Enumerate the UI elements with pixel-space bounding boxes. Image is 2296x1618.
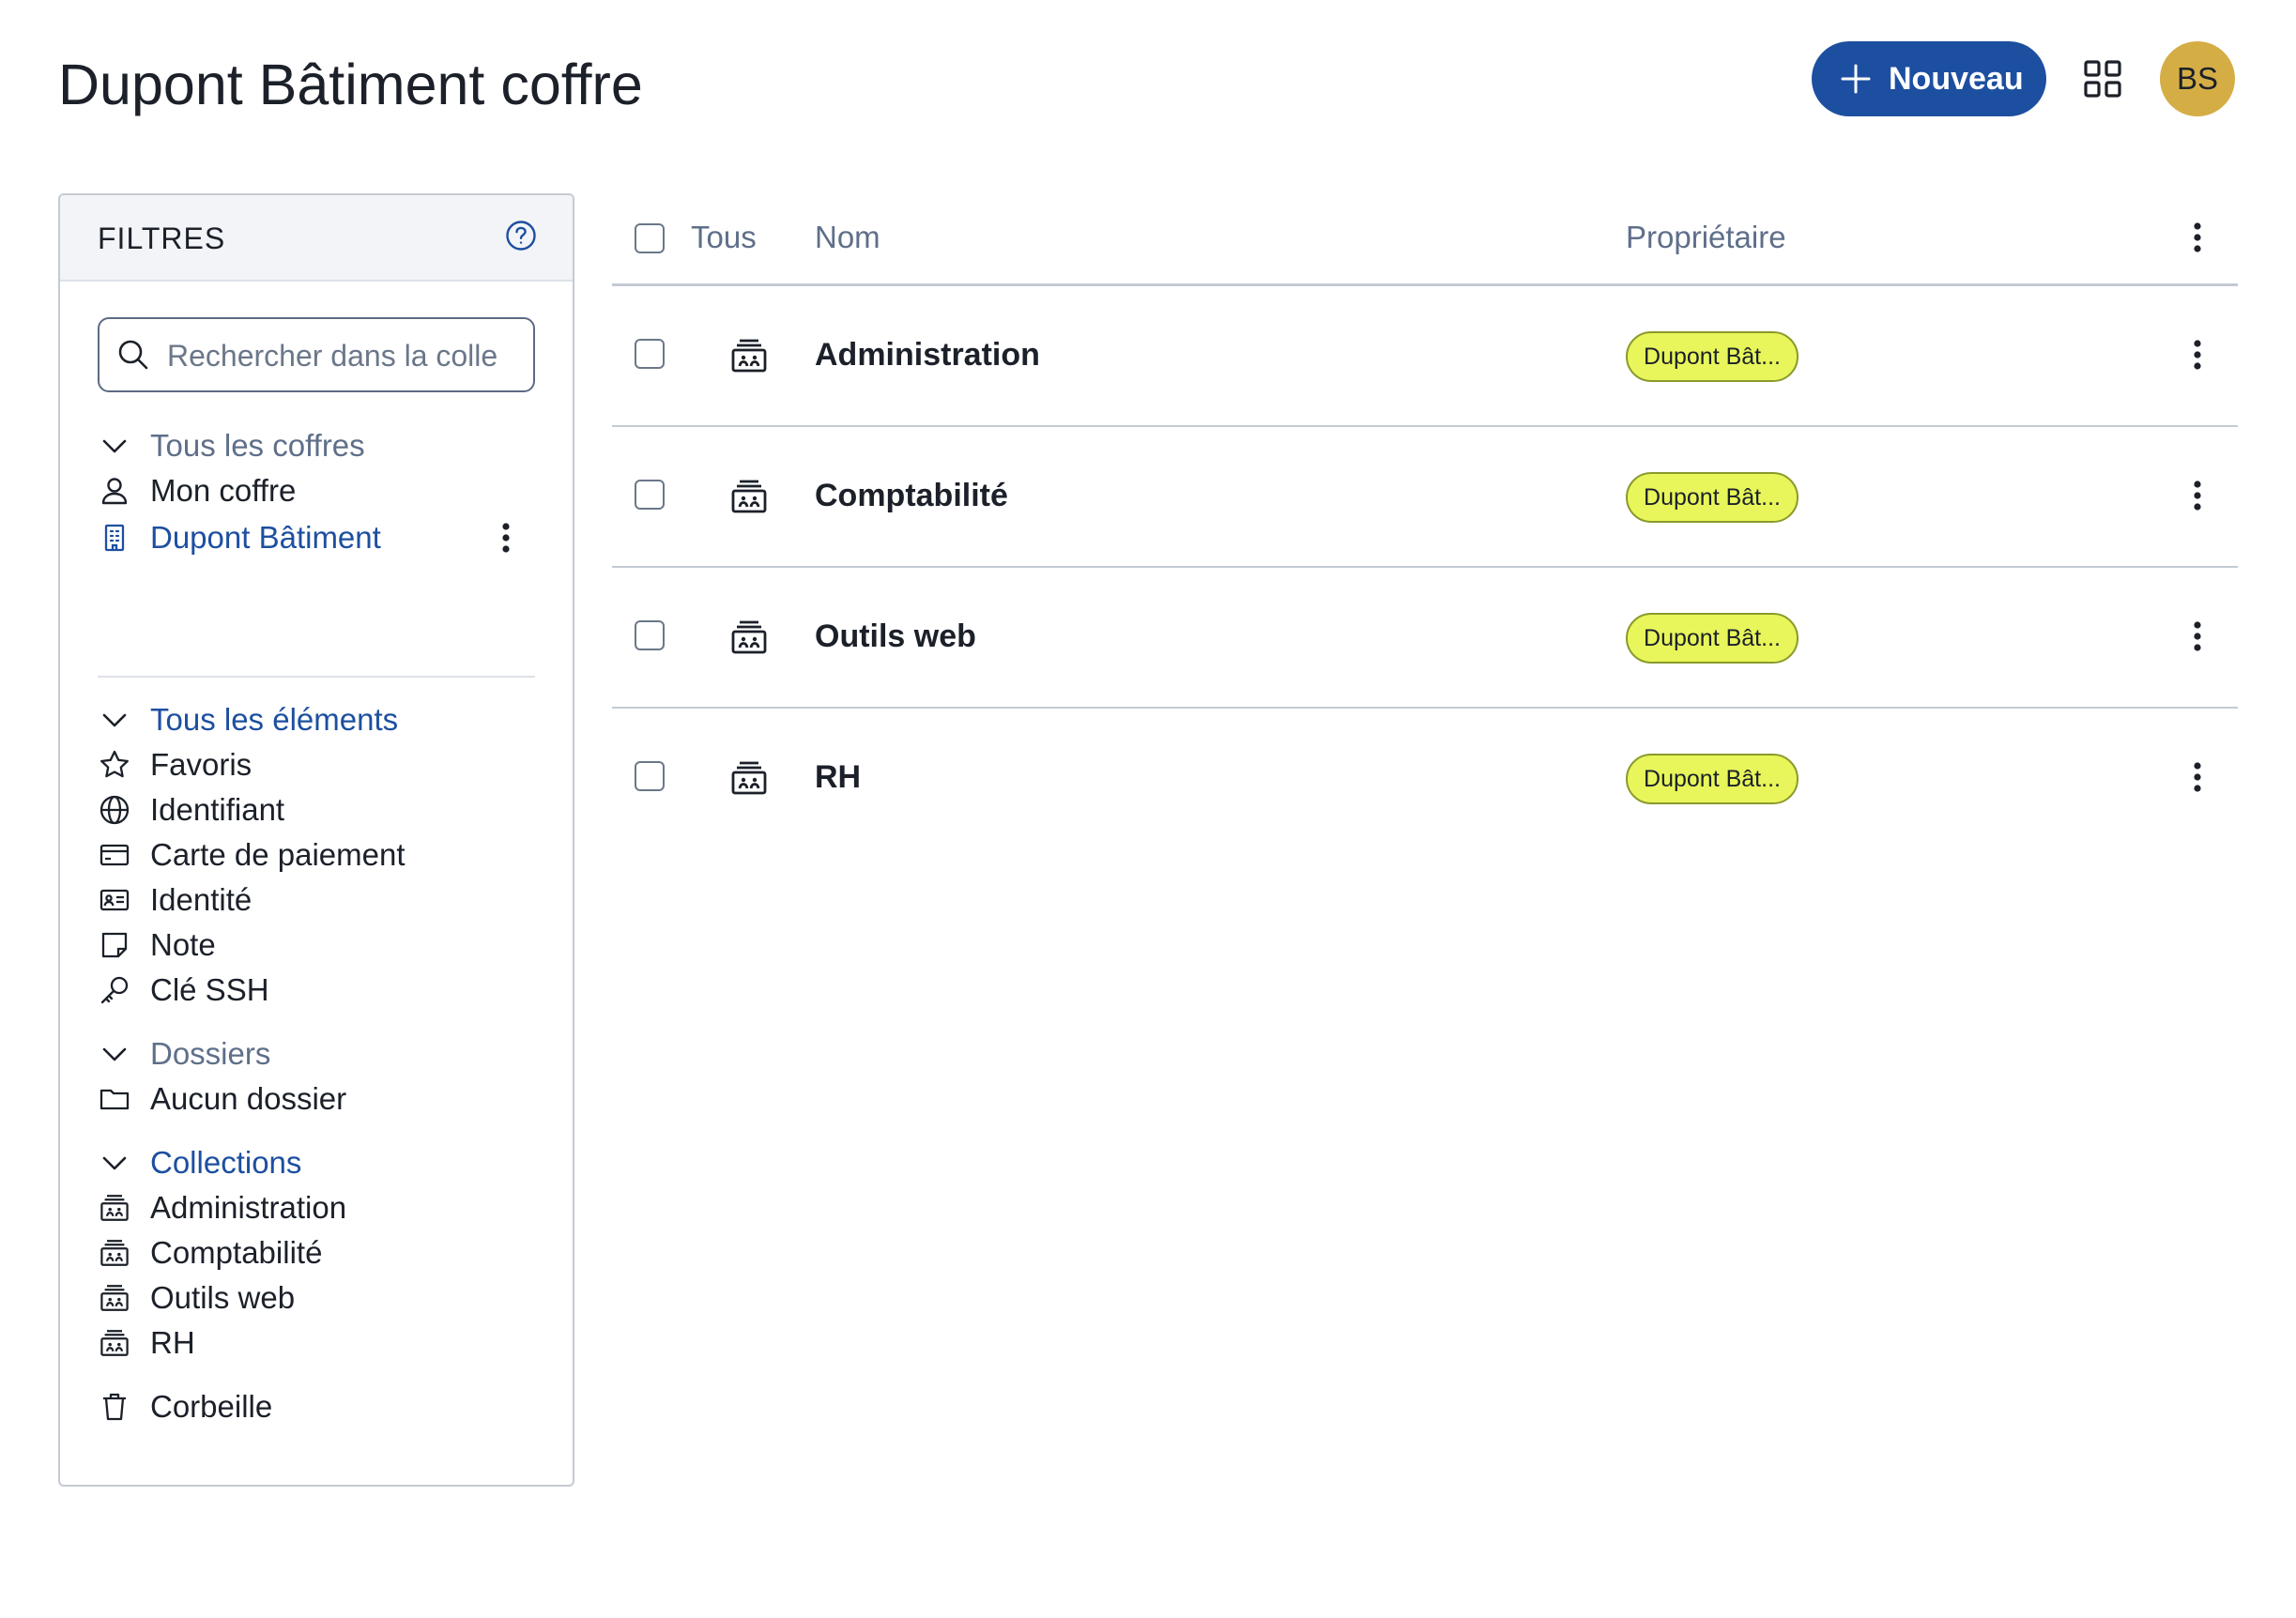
owner-badge: Dupont Bât... [1626,472,1799,523]
globe-icon [98,793,131,827]
filter-item-org-vault-label: Dupont Bâtiment [150,520,381,555]
avatar[interactable]: BS [2160,41,2235,116]
row-options-icon[interactable] [2183,756,2212,799]
group-collections-label: Collections [150,1145,302,1180]
owner-badge: Dupont Bât... [1626,754,1799,804]
building-icon [98,521,131,555]
owner-badge: Dupont Bât... [1626,613,1799,664]
row-checkbox[interactable] [635,620,665,650]
plus-icon [1840,63,1872,95]
chevron-down-icon [98,1037,131,1071]
column-select-all-label[interactable]: Tous [691,216,757,259]
page-title: Dupont Bâtiment coffre [58,53,643,116]
row-name[interactable]: Comptabilité [815,474,1008,517]
chevron-down-icon [98,1146,131,1180]
id-card-icon [98,883,131,917]
filter-item-collection-label: Administration [150,1190,347,1225]
key-icon [98,973,131,1007]
filter-title: FILTRES [98,221,226,255]
filter-item-login[interactable]: Identifiant [98,788,535,832]
row-options-icon[interactable] [2183,474,2212,517]
filter-item-collection[interactable]: Administration [98,1186,535,1229]
table-row: Comptabilité Dupont Bât... [612,425,2238,568]
filter-item-login-label: Identifiant [150,792,285,827]
filter-item-my-vault-label: Mon coffre [150,473,297,508]
filter-item-identity[interactable]: Identité [98,878,535,922]
collection-icon [98,1326,131,1360]
filter-item-no-folder-label: Aucun dossier [150,1081,347,1116]
collection-icon [98,1281,131,1315]
user-icon [98,474,131,508]
search-icon [116,338,150,372]
table-header: Tous Nom Propriétaire [612,193,2238,286]
row-checkbox[interactable] [635,480,665,510]
group-all-vaults-label: Tous les coffres [150,428,365,463]
row-options-icon[interactable] [2183,615,2212,658]
collection-icon [730,618,768,656]
bulk-options-icon[interactable] [2183,216,2212,259]
filter-item-org-vault[interactable]: Dupont Bâtiment [98,516,535,559]
new-button-label: Nouveau [1889,60,2024,97]
filter-item-collection[interactable]: RH [98,1321,535,1365]
filter-divider [98,676,535,678]
filter-item-ssh-key[interactable]: Clé SSH [98,969,535,1012]
collection-icon [730,478,768,515]
filter-item-collection-label: Comptabilité [150,1235,323,1270]
group-collections[interactable]: Collections [98,1141,535,1184]
folder-icon [98,1082,131,1116]
help-icon[interactable] [505,220,537,252]
table-row: RH Dupont Bât... [612,707,2238,847]
chevron-down-icon [98,429,131,463]
filter-item-note-label: Note [150,927,216,962]
row-checkbox[interactable] [635,339,665,369]
filter-item-collection-label: Outils web [150,1280,296,1315]
row-name[interactable]: Administration [815,333,1040,376]
row-options-icon[interactable] [2183,333,2212,376]
vault-options-icon[interactable] [492,516,520,559]
filter-item-trash-label: Corbeille [150,1389,273,1424]
collection-icon [730,337,768,374]
row-name[interactable]: RH [815,756,861,799]
table-row: Outils web Dupont Bât... [612,566,2238,709]
filter-item-no-folder[interactable]: Aucun dossier [98,1077,535,1121]
collection-icon [730,759,768,797]
chevron-down-icon [98,703,131,737]
new-button[interactable]: Nouveau [1812,41,2046,116]
filter-item-ssh-key-label: Clé SSH [150,972,269,1007]
group-all-vaults[interactable]: Tous les coffres [98,424,535,467]
group-all-items[interactable]: Tous les éléments [98,698,535,741]
credit-card-icon [98,838,131,872]
collection-icon [98,1191,131,1225]
filter-item-favorites-label: Favoris [150,747,253,782]
filter-item-trash[interactable]: Corbeille [98,1385,535,1428]
row-checkbox[interactable] [635,761,665,791]
collection-icon [98,1236,131,1270]
column-owner-header[interactable]: Propriétaire [1626,216,1786,259]
filter-item-collection-label: RH [150,1325,195,1360]
group-folders-label: Dossiers [150,1036,271,1071]
filter-item-collection[interactable]: Comptabilité [98,1231,535,1275]
owner-badge: Dupont Bât... [1626,331,1799,382]
filter-item-card[interactable]: Carte de paiement [98,833,535,877]
apps-grid-icon[interactable] [2082,58,2123,99]
search-input[interactable]: Rechercher dans la colle [98,317,535,392]
group-folders[interactable]: Dossiers [98,1032,535,1076]
filter-item-favorites[interactable]: Favoris [98,743,535,786]
filter-panel: FILTRES Rechercher dans la colle Tous le… [58,193,574,1487]
filter-item-card-label: Carte de paiement [150,837,406,872]
filter-header: FILTRES [60,195,573,282]
search-placeholder: Rechercher dans la colle [167,339,498,373]
filter-item-note[interactable]: Note [98,923,535,967]
group-all-items-label: Tous les éléments [150,702,399,737]
row-name[interactable]: Outils web [815,615,976,658]
select-all-checkbox[interactable] [635,223,665,253]
trash-icon [98,1390,131,1424]
star-icon [98,748,131,782]
filter-item-identity-label: Identité [150,882,253,917]
note-icon [98,928,131,962]
filter-item-my-vault[interactable]: Mon coffre [98,469,535,512]
table-row: Administration Dupont Bât... [612,284,2238,427]
filter-item-collection[interactable]: Outils web [98,1276,535,1320]
column-name-header[interactable]: Nom [815,216,880,259]
